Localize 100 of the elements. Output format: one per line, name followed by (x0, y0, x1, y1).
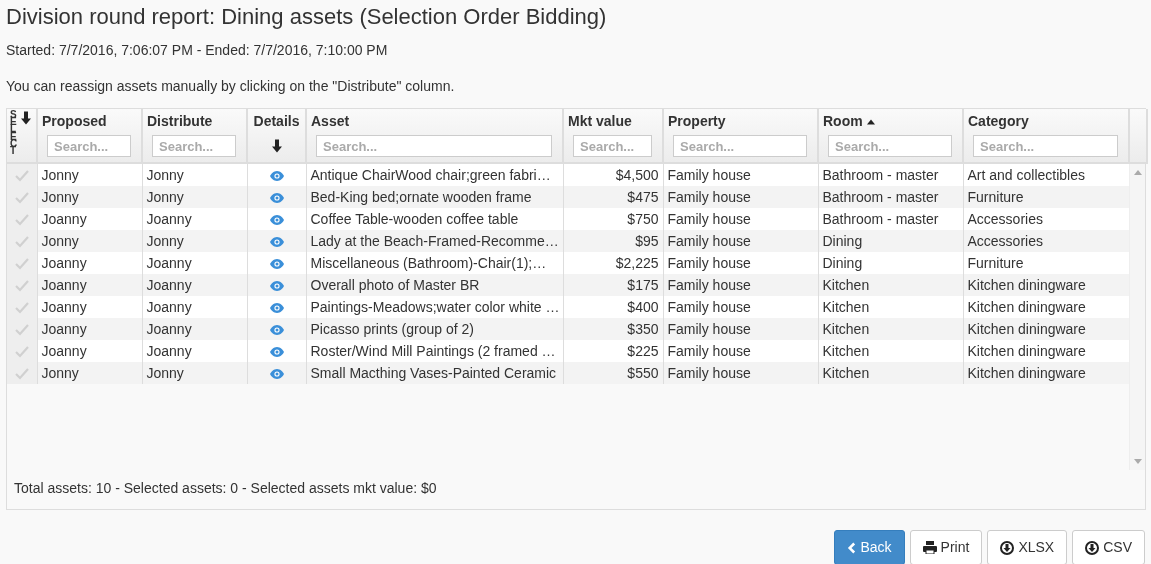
table-cell: $225 (627, 343, 659, 359)
search-field[interactable]: Search... (316, 135, 552, 157)
table-cell: Small Macthing Vases-Painted Ceramic (310, 365, 557, 381)
checkmark-icon[interactable] (14, 192, 29, 205)
table-cell: Kitchen diningware (967, 277, 1086, 293)
table-cell: Kitchen diningware (967, 299, 1086, 315)
eye-icon[interactable] (269, 303, 284, 314)
eye-icon[interactable] (269, 193, 284, 204)
table-cell: Furniture (967, 255, 1024, 271)
table-cell: Paintings-Meadows;water color white … (310, 299, 560, 315)
table-cell: $750 (627, 211, 659, 227)
table-cell: Kitchen (822, 299, 870, 315)
checkmark-icon[interactable] (14, 236, 29, 249)
checkmark-icon[interactable] (14, 170, 29, 183)
table-cell: Kitchen (822, 321, 870, 337)
checkmark-icon[interactable] (14, 214, 29, 227)
download-icon[interactable] (1085, 540, 1100, 555)
instructions-text: You can reassign assets manually by clicking on the "Distribute" column. (6, 77, 456, 96)
table-cell: Family house (667, 343, 751, 359)
column-header[interactable]: Asset (311, 111, 350, 132)
table-cell: Kitchen (822, 277, 870, 293)
sort-up-icon[interactable] (866, 118, 875, 125)
table-cell: Joanny (41, 211, 87, 227)
table-cell: Joanny (41, 343, 87, 359)
column-header[interactable]: Proposed (42, 111, 107, 132)
table-cell: Dining (822, 233, 863, 249)
column-header[interactable]: Mkt value (568, 111, 632, 132)
scroll-down-icon[interactable] (1133, 459, 1142, 464)
table-cell: Accessories (967, 233, 1043, 249)
table-cell: Kitchen diningware (967, 343, 1086, 359)
table-cell: Jonny (41, 189, 79, 205)
eye-icon[interactable] (269, 237, 284, 248)
table-cell: Family house (667, 211, 751, 227)
table-cell: Joanny (41, 321, 87, 337)
printer-icon[interactable] (922, 541, 937, 554)
table-cell: Lady at the Beach-Framed-Recomme… (310, 233, 559, 249)
chevron-left-icon[interactable] (847, 541, 857, 554)
checkmark-icon[interactable] (14, 280, 29, 293)
table-cell: Jonny (41, 167, 79, 183)
search-field[interactable]: Search... (47, 135, 131, 157)
table-cell: $175 (627, 277, 659, 293)
table-cell: $4,500 (615, 167, 659, 183)
table-cell: Picasso prints (group of 2) (310, 321, 474, 337)
search-field[interactable]: Search... (828, 135, 952, 157)
table-cell: Family house (667, 255, 751, 271)
eye-icon[interactable] (269, 259, 284, 270)
export-button[interactable]: CSV (1072, 530, 1145, 564)
eye-icon[interactable] (269, 325, 284, 336)
table-cell: Kitchen (822, 365, 870, 381)
eye-icon[interactable] (269, 215, 284, 226)
eye-icon[interactable] (269, 281, 284, 292)
table-cell: Family house (667, 189, 751, 205)
table-cell: $400 (627, 299, 659, 315)
table-cell: $550 (627, 365, 659, 381)
eye-icon[interactable] (269, 347, 284, 358)
sort-arrow-icon[interactable] (20, 111, 32, 125)
column-header[interactable]: Property (668, 111, 726, 132)
table-cell: Art and collectibles (967, 167, 1085, 183)
search-field[interactable]: Search... (573, 135, 652, 157)
search-field[interactable]: Search... (673, 135, 807, 157)
column-header[interactable]: Distribute (147, 111, 213, 132)
table-cell: Kitchen (822, 343, 870, 359)
table-cell: Miscellaneous (Bathroom)-Chair(1);… (310, 255, 547, 271)
time-range: Started: 7/7/2016, 7:06:07 PM - Ended: 7/7/2016, 7:10:00 PM (6, 41, 389, 60)
print-button[interactable]: Print (909, 530, 983, 564)
checkmark-icon[interactable] (14, 324, 29, 337)
table-cell: Dining (822, 255, 863, 271)
eye-icon[interactable] (269, 171, 284, 182)
table-cell: Antique ChairWood chair;green fabri… (310, 167, 551, 183)
back-button[interactable]: Back (834, 530, 905, 564)
checkmark-icon[interactable] (14, 302, 29, 315)
table-cell: Bathroom - master (822, 189, 939, 205)
checkmark-icon[interactable] (14, 346, 29, 359)
sort-arrow-icon[interactable] (270, 139, 283, 154)
table-cell: Roster/Wind Mill Paintings (2 framed … (310, 343, 556, 359)
table-cell: Family house (667, 365, 751, 381)
scroll-up-icon[interactable] (1133, 170, 1142, 175)
download-icon[interactable] (1000, 540, 1015, 555)
table-cell: Accessories (967, 211, 1043, 227)
checkmark-icon[interactable] (14, 258, 29, 271)
export-button[interactable]: XLSX (987, 530, 1068, 564)
table-cell: Joanny (41, 255, 87, 271)
table-cell: Family house (667, 277, 751, 293)
table-cell: Overall photo of Master BR (310, 277, 480, 293)
column-header[interactable]: Category (968, 111, 1029, 132)
table-cell: $350 (627, 321, 659, 337)
table-cell: Jonny (41, 365, 79, 381)
search-field[interactable]: Search... (973, 135, 1118, 157)
table-cell: $475 (627, 189, 659, 205)
table-cell: $2,225 (615, 255, 659, 271)
table-cell: Family house (667, 167, 751, 183)
table-cell: $95 (635, 233, 659, 249)
column-header[interactable]: Room (823, 111, 863, 132)
search-field[interactable]: Search... (152, 135, 236, 157)
table-cell: Furniture (967, 189, 1024, 205)
table-cell: Bathroom - master (822, 211, 939, 227)
eye-icon[interactable] (269, 369, 284, 380)
table-cell: Jonny (41, 233, 79, 249)
table-cell: Bed-King bed;ornate wooden frame (310, 189, 532, 205)
checkmark-icon[interactable] (14, 368, 29, 381)
